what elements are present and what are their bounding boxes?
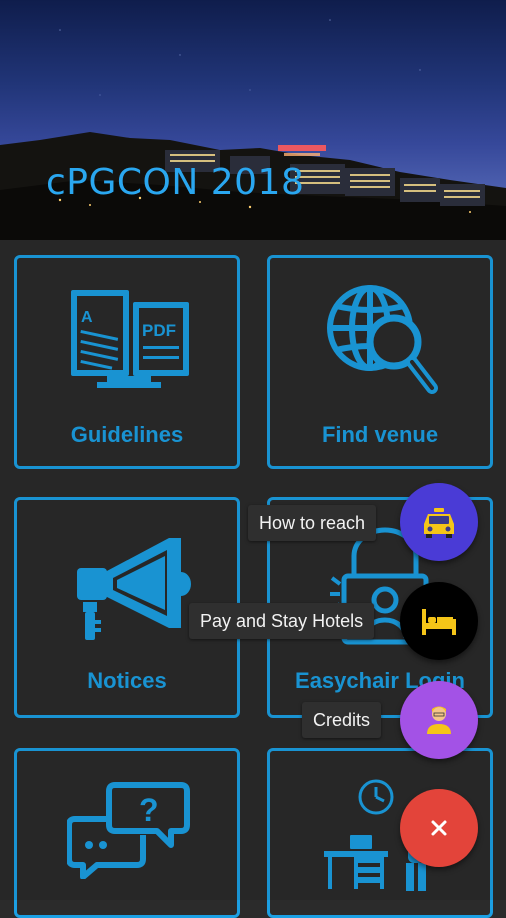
close-icon: [431, 820, 447, 836]
fab-label-how-to-reach[interactable]: How to reach: [248, 505, 377, 541]
how-to-reach-fab[interactable]: [400, 483, 478, 561]
fab-label-credits[interactable]: Credits: [302, 702, 382, 738]
bed-icon: [422, 609, 456, 635]
fab-label-pay-and-stay[interactable]: Pay and Stay Hotels: [189, 603, 375, 639]
credits-fab[interactable]: [400, 681, 478, 759]
pay-and-stay-hotels-fab[interactable]: [400, 582, 478, 660]
header-banner: cPGCON 2018: [0, 0, 506, 240]
close-fab-button[interactable]: [400, 789, 478, 867]
campus-night-photo: [0, 19, 506, 240]
app-title: cPGCON 2018: [46, 162, 305, 203]
person-icon: [427, 706, 451, 734]
taxi-icon: [424, 508, 454, 538]
